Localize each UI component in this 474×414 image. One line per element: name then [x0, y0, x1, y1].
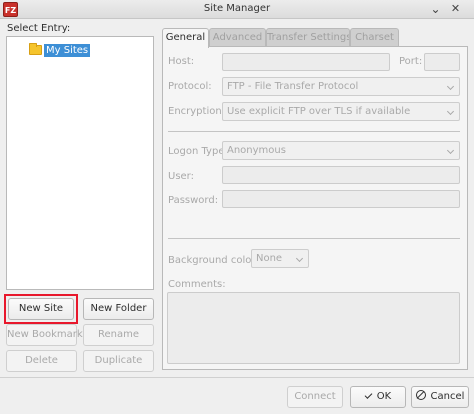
new-folder-button[interactable]: New Folder [83, 298, 154, 320]
user-label: User: [168, 171, 194, 182]
folder-icon [29, 43, 42, 55]
divider [168, 238, 460, 239]
close-icon[interactable]: ✕ [448, 2, 463, 17]
comments-label: Comments: [168, 279, 226, 290]
cancel-button[interactable]: Cancel [411, 386, 469, 408]
new-bookmark-button[interactable]: New Bookmark [6, 324, 83, 346]
tab-advanced[interactable]: Advanced [209, 28, 266, 47]
window-title: Site Manager [203, 3, 271, 14]
encryption-label: Encryption: [168, 106, 226, 117]
new-site-button[interactable]: New Site [8, 298, 74, 320]
chevron-down-icon [446, 107, 455, 116]
logon-type-label: Logon Type: [168, 146, 228, 157]
cancel-label: Cancel [430, 391, 465, 402]
check-icon [364, 391, 373, 399]
tree-item-label: My Sites [44, 43, 91, 57]
tab-charset[interactable]: Charset [350, 28, 399, 47]
protocol-value: FTP - File Transfer Protocol [227, 81, 359, 92]
chevron-down-icon [446, 146, 455, 155]
comments-textarea[interactable] [167, 292, 460, 364]
user-input[interactable] [222, 166, 460, 184]
rename-button[interactable]: Rename [83, 324, 154, 346]
logon-type-value: Anonymous [227, 145, 286, 156]
background-color-select[interactable]: None [251, 249, 309, 268]
minimize-icon[interactable]: ⌄ [428, 2, 443, 17]
host-input[interactable] [222, 53, 390, 71]
protocol-select[interactable]: FTP - File Transfer Protocol [222, 77, 460, 96]
ok-label: OK [376, 391, 392, 402]
select-entry-label: Select Entry: [7, 23, 71, 34]
chevron-down-icon [295, 254, 304, 263]
encryption-select[interactable]: Use explicit FTP over TLS if available [222, 102, 460, 121]
password-input[interactable] [222, 190, 460, 208]
background-color-value: None [256, 253, 283, 264]
ok-button[interactable]: OK [350, 386, 406, 408]
footer-divider [0, 377, 474, 378]
host-label: Host: [168, 56, 195, 67]
cancel-icon [415, 390, 426, 400]
logon-type-select[interactable]: Anonymous [222, 141, 460, 160]
divider [168, 131, 460, 132]
title-bar: FZ Site Manager ⌄ ✕ [0, 0, 474, 19]
port-input[interactable] [424, 53, 460, 71]
tree-item-my-sites[interactable]: My Sites [29, 43, 91, 57]
connect-button[interactable]: Connect [287, 386, 343, 408]
delete-button[interactable]: Delete [6, 350, 77, 372]
port-label: Port: [399, 56, 423, 67]
password-label: Password: [168, 195, 219, 206]
tab-general[interactable]: General [162, 28, 209, 48]
encryption-value: Use explicit FTP over TLS if available [227, 106, 411, 117]
protocol-label: Protocol: [168, 81, 212, 92]
site-tree[interactable]: My Sites [6, 36, 154, 290]
background-color-label: Background color: [168, 255, 259, 266]
chevron-down-icon [446, 82, 455, 91]
tab-transfer-settings[interactable]: Transfer Settings [266, 28, 350, 47]
duplicate-button[interactable]: Duplicate [83, 350, 154, 372]
